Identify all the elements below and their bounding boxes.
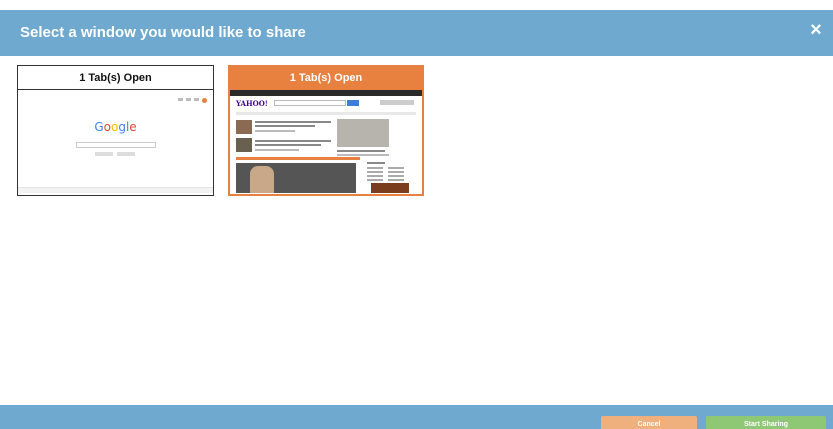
story-headline: [255, 140, 331, 142]
window-tab-count: 1 Tab(s) Open: [230, 67, 422, 90]
story-text: [255, 130, 295, 132]
sidebar-link: [388, 171, 404, 173]
story-thumbnail: [236, 120, 252, 134]
sidebar-link: [388, 179, 404, 181]
sidebar-link: [367, 175, 383, 177]
google-logo: Google: [94, 120, 137, 134]
sidebar-link: [367, 171, 383, 173]
page-footer-preview: [18, 187, 213, 193]
search-button-preview: [347, 100, 359, 106]
sidebar-link: [388, 175, 404, 177]
dialog-title: Select a window you would like to share: [20, 24, 306, 41]
search-box-preview: [274, 100, 346, 106]
sidebar-link: [367, 179, 383, 181]
start-sharing-button[interactable]: Start Sharing: [706, 416, 826, 429]
browser-toolbar-preview: [230, 90, 422, 96]
search-buttons-preview: [95, 152, 135, 156]
story-headline: [337, 150, 385, 152]
story-headline: [255, 125, 315, 127]
dialog-header: Select a window you would like to share …: [0, 10, 833, 56]
window-thumbnail-yahoo[interactable]: 1 Tab(s) Open YAHOO!: [228, 65, 424, 196]
story-headline: [255, 121, 331, 123]
story-thumbnail: [236, 138, 252, 152]
cancel-button[interactable]: Cancel: [601, 416, 697, 429]
sidebar-heading: [367, 162, 385, 164]
featured-photo-person: [250, 166, 274, 193]
sidebar-link: [367, 167, 383, 169]
news-photo: [337, 119, 389, 147]
close-icon[interactable]: ×: [805, 19, 827, 41]
window-tab-count: 1 Tab(s) Open: [18, 66, 213, 90]
trending-bar: [236, 157, 360, 160]
story-text: [337, 154, 389, 156]
sidebar-photo: [371, 183, 409, 193]
account-area-preview: [380, 100, 414, 105]
story-headline: [255, 144, 321, 146]
window-thumbnail-google[interactable]: 1 Tab(s) Open Google: [17, 65, 214, 196]
search-box-preview: [76, 142, 156, 148]
window-preview-image: YAHOO!: [230, 90, 422, 193]
sidebar-link: [388, 167, 404, 169]
yahoo-logo: YAHOO!: [236, 99, 268, 108]
nav-bar-preview: [236, 112, 416, 115]
dialog-footer: Cancel Start Sharing: [0, 405, 833, 429]
window-preview-image: Google: [18, 90, 213, 193]
browser-toolbar-icons: [178, 98, 207, 103]
story-text: [255, 149, 299, 151]
